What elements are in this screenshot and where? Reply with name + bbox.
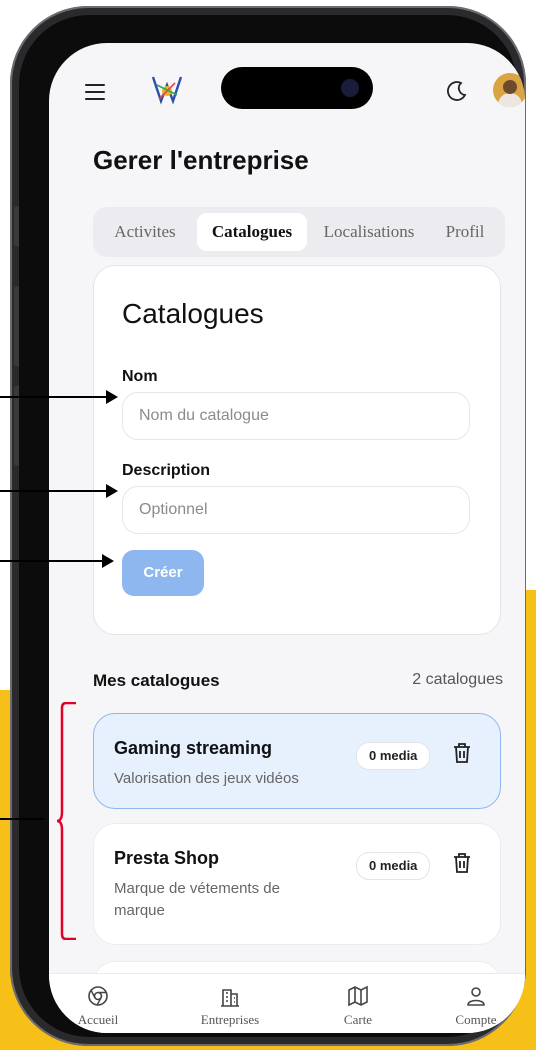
catalog-item[interactable]: Presta Shop Marque de vétements de marqu… [93, 823, 501, 945]
nav-label: Carte [343, 1012, 373, 1027]
catalog-name: Presta Shop [114, 848, 220, 868]
building-icon [221, 989, 239, 1007]
name-placeholder: Nom du catalogue [139, 407, 269, 424]
name-label: Nom [122, 368, 158, 385]
trash-icon[interactable] [452, 742, 472, 764]
user-icon [467, 987, 485, 1006]
catalog-list-title: Mes catalogues [93, 671, 220, 690]
catalog-name: Gaming streaming [114, 738, 273, 758]
logo-icon[interactable] [149, 71, 185, 107]
create-button[interactable]: Créer [122, 550, 204, 596]
description-placeholder: Optionnel [139, 501, 208, 518]
tab-profil[interactable]: Profil [433, 213, 497, 251]
name-input[interactable]: Nom du catalogue [122, 392, 470, 440]
moon-icon[interactable] [445, 79, 469, 103]
nav-label: Entreprises [200, 1012, 260, 1027]
page-title: Gerer l'entreprise [93, 145, 309, 175]
catalog-form-card: Catalogues Nom Nom du catalogue Descript… [93, 265, 501, 635]
screen: Gerer l'entreprise Activites Catalogues … [49, 43, 525, 1033]
description-label: Description [122, 462, 211, 479]
annotation-bracket-line [0, 818, 44, 820]
nav-label: Accueil [77, 1012, 119, 1027]
form-title: Catalogues [122, 298, 264, 329]
map-icon [348, 985, 368, 1007]
top-bar [49, 43, 525, 133]
nav-item-compte[interactable]: Compte [431, 984, 521, 1028]
nav-item-carte[interactable]: Carte [313, 984, 403, 1028]
media-count-badge: 0 media [356, 742, 431, 770]
menu-icon[interactable] [85, 84, 105, 100]
tab-localisations[interactable]: Localisations [313, 213, 425, 251]
phone-frame: Gerer l'entreprise Activites Catalogues … [10, 6, 526, 1046]
description-input[interactable]: Optionnel [122, 486, 470, 534]
tab-catalogues[interactable]: Catalogues [197, 213, 307, 251]
catalog-description: Marque de vétements de marque [114, 880, 280, 919]
tab-bar: Activites Catalogues Localisations Profi… [93, 207, 505, 257]
tab-activites[interactable]: Activites [99, 213, 191, 251]
trash-icon[interactable] [452, 852, 472, 874]
chrome-icon [88, 986, 108, 1006]
catalog-item[interactable]: Gaming streaming Valorisation des jeux v… [93, 713, 501, 809]
catalog-count: 2 catalogues [412, 671, 503, 688]
annotation-bracket [56, 702, 76, 940]
dynamic-island [221, 67, 373, 109]
nav-item-accueil[interactable]: Accueil [53, 984, 143, 1028]
nav-item-entreprises[interactable]: Entreprises [185, 984, 275, 1028]
annotation-arrow-create [0, 554, 114, 568]
annotation-arrow-description [0, 484, 118, 498]
bottom-nav: Accueil Entreprises Carte Compte [49, 973, 525, 1033]
avatar[interactable] [493, 73, 525, 107]
media-count-badge: 0 media [356, 852, 431, 880]
nav-label: Compte [455, 1012, 497, 1027]
catalog-description: Valorisation des jeux vidéos [114, 770, 299, 787]
annotation-arrow-name [0, 390, 118, 404]
